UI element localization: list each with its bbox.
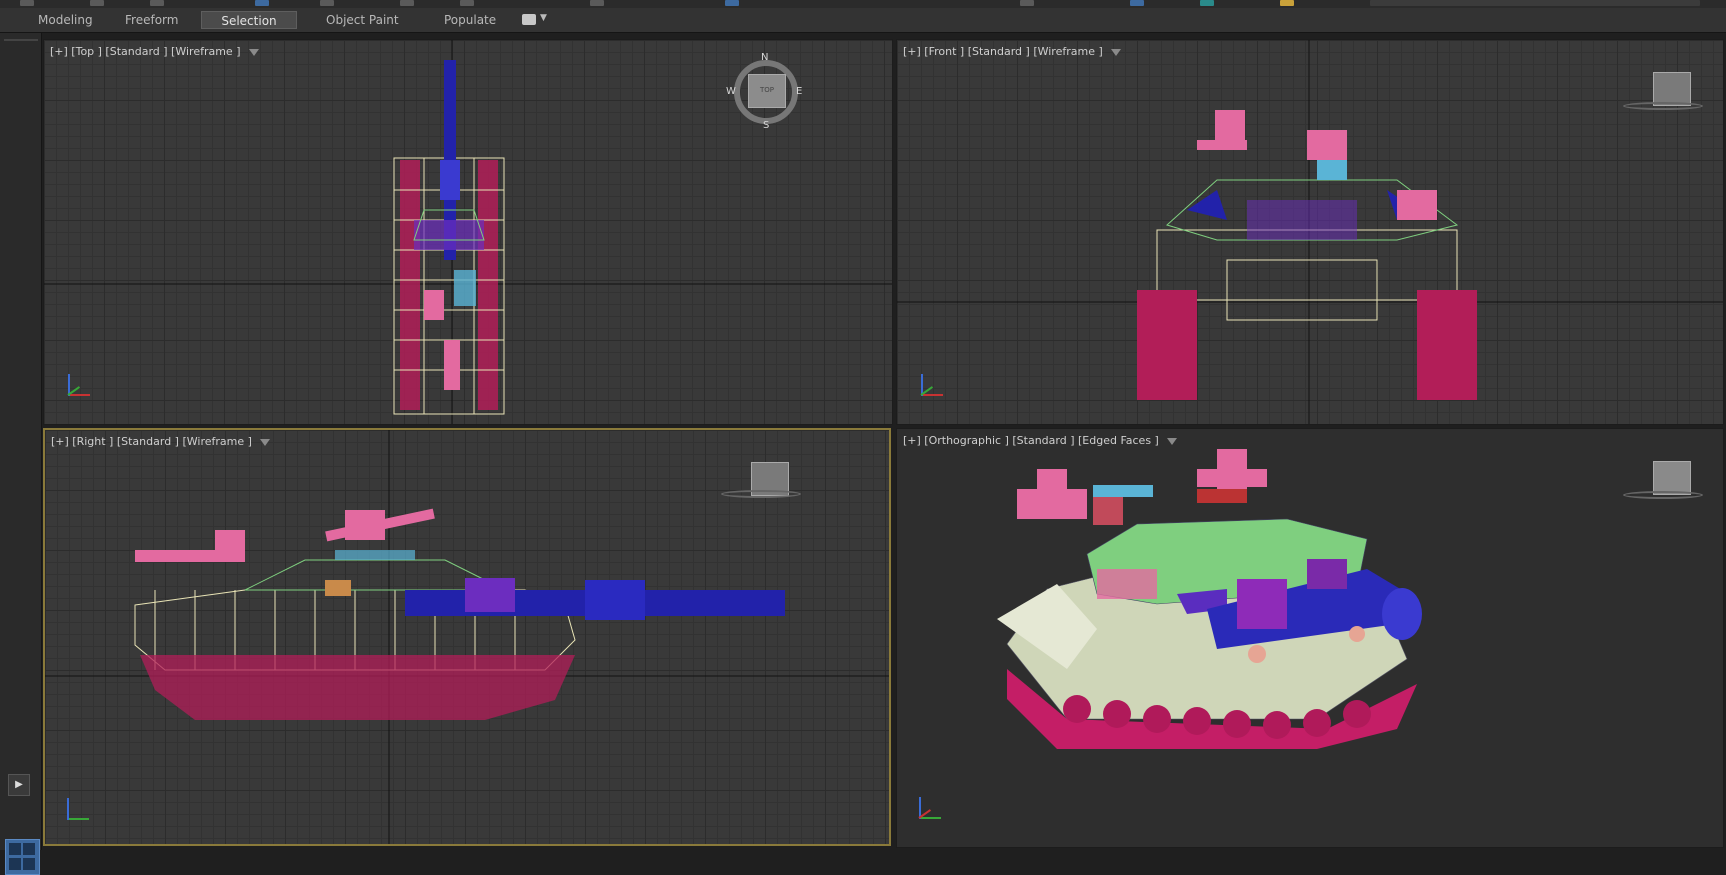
left-side-bar: ▶ xyxy=(0,33,42,875)
viewport-layout-icon[interactable] xyxy=(5,839,40,875)
tab-freeform[interactable]: Freeform xyxy=(113,11,190,29)
axis-tripod-icon xyxy=(917,370,947,400)
layer-icon[interactable] xyxy=(1020,0,1034,6)
filter-icon[interactable] xyxy=(1166,437,1177,445)
filter-icon[interactable] xyxy=(248,48,259,56)
axis-tripod-icon xyxy=(915,793,945,823)
viewport-label-right[interactable]: [+] [Right ] [Standard ] [Wireframe ] xyxy=(51,435,270,448)
viewport-top[interactable]: TOP N S E W [+] [Top ] [Standard ] [Wire… xyxy=(43,39,893,425)
link-icon[interactable] xyxy=(90,0,104,6)
viewcube-base xyxy=(721,490,801,498)
viewport-label-orthographic[interactable]: [+] [Orthographic ] [Standard ] [Edged F… xyxy=(903,434,1177,447)
compass-east[interactable]: E xyxy=(796,86,802,97)
chevron-down-icon[interactable]: ▼ xyxy=(540,13,547,23)
viewcube-base xyxy=(1623,102,1703,110)
compass-south[interactable]: S xyxy=(763,120,769,131)
compass-north[interactable]: N xyxy=(761,52,768,63)
axis-tripod-icon xyxy=(64,370,94,400)
render-frame-icon[interactable] xyxy=(1200,0,1214,6)
viewcube-base xyxy=(1623,491,1703,499)
divider xyxy=(4,39,38,41)
tank-shaded-model xyxy=(997,449,1422,749)
play-icon[interactable]: ▶ xyxy=(8,774,30,796)
viewcube-icon[interactable] xyxy=(1653,461,1691,495)
ribbon-bar: Modeling Freeform Selection Object Paint… xyxy=(0,8,1726,33)
ribbon-display-icon[interactable] xyxy=(522,14,536,25)
viewcube-icon[interactable] xyxy=(1653,72,1691,106)
viewport-label-top[interactable]: [+] [Top ] [Standard ] [Wireframe ] xyxy=(50,45,259,58)
tank-front-wireframe xyxy=(897,40,1723,424)
tab-selection[interactable]: Selection xyxy=(201,11,297,29)
compass-west[interactable]: W xyxy=(726,86,736,97)
rotate-icon[interactable] xyxy=(460,0,474,6)
filter-icon[interactable] xyxy=(1110,48,1121,56)
axis-tripod-icon xyxy=(63,794,93,824)
tab-object-paint[interactable]: Object Paint xyxy=(314,11,411,29)
render-setup-icon[interactable] xyxy=(1130,0,1144,6)
workspace-field[interactable] xyxy=(1370,0,1700,6)
snap-icon[interactable] xyxy=(590,0,604,6)
viewcube-face-label: TOP xyxy=(759,86,774,94)
move-icon[interactable] xyxy=(400,0,414,6)
tab-populate[interactable]: Populate xyxy=(432,11,508,29)
undo-icon[interactable] xyxy=(20,0,34,6)
viewport-front[interactable]: [+] [Front ] [Standard ] [Wireframe ] xyxy=(896,39,1724,425)
viewport-label-front[interactable]: [+] [Front ] [Standard ] [Wireframe ] xyxy=(903,45,1121,58)
render-icon[interactable] xyxy=(1280,0,1294,6)
mirror-icon[interactable] xyxy=(725,0,739,6)
bind-icon[interactable] xyxy=(150,0,164,6)
viewcube-icon[interactable]: TOP xyxy=(748,74,786,108)
region-select-icon[interactable] xyxy=(320,0,334,6)
viewport-orthographic[interactable]: [+] [Orthographic ] [Standard ] [Edged F… xyxy=(896,428,1724,848)
filter-icon[interactable] xyxy=(259,438,270,446)
viewport-right[interactable]: [+] [Right ] [Standard ] [Wireframe ] xyxy=(43,428,891,846)
tab-modeling[interactable]: Modeling xyxy=(26,11,105,29)
select-icon[interactable] xyxy=(255,0,269,6)
